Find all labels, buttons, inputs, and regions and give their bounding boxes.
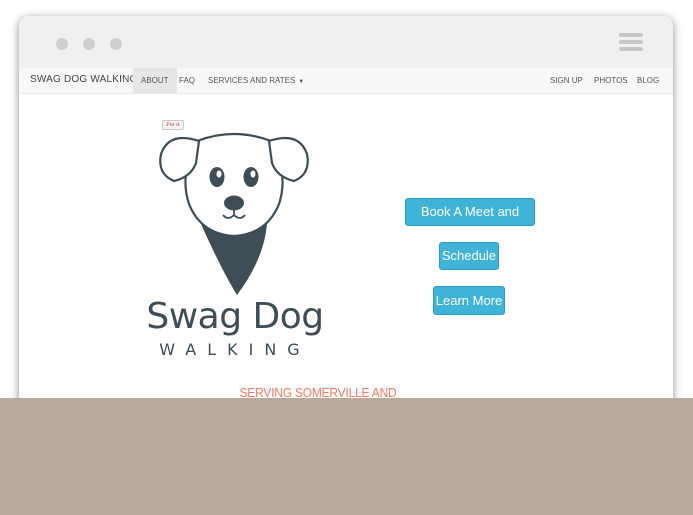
nav-item-photos[interactable]: PHOTOS: [594, 68, 628, 93]
minimize-dot-icon[interactable]: [83, 38, 95, 50]
hamburger-menu-icon[interactable]: [619, 33, 643, 53]
schedule-button[interactable]: Schedule: [439, 242, 499, 270]
browser-window: SWAG DOG WALKING ABOUT FAQ SERVICES AND …: [19, 16, 673, 436]
caret-down-icon: ▼: [298, 79, 305, 85]
nav-photos-label: PHOTOS: [594, 76, 628, 85]
dog-logo-icon: [159, 132, 309, 295]
nav-item-blog[interactable]: BLOG: [637, 68, 659, 93]
logo-subtitle: WALKING: [159, 340, 311, 359]
nav-item-about[interactable]: ABOUT: [133, 68, 177, 93]
close-dot-icon[interactable]: [56, 38, 68, 50]
maximize-dot-icon[interactable]: [110, 38, 122, 50]
book-meet-greet-button[interactable]: Book A Meet and Greet: [405, 198, 535, 245]
nav-signup-label: SIGN UP: [550, 76, 583, 85]
hero-section: Pin it Swag Dog WALKING Book A Meet and …: [19, 94, 673, 436]
site-brand[interactable]: SWAG DOG WALKING: [30, 74, 137, 85]
pin-it-button[interactable]: Pin it: [162, 120, 184, 130]
nav-item-services[interactable]: SERVICES AND RATES ▼: [208, 68, 304, 93]
footer-band: [0, 398, 693, 515]
site-navbar: SWAG DOG WALKING ABOUT FAQ SERVICES AND …: [19, 68, 673, 94]
logo-wordmark: Swag Dog: [146, 296, 324, 337]
nav-about-label: ABOUT: [141, 76, 169, 85]
nav-services-label: SERVICES AND RATES: [208, 76, 296, 85]
window-titlebar: [19, 16, 673, 68]
nav-item-signup[interactable]: SIGN UP: [550, 68, 583, 93]
learn-more-button[interactable]: Learn More: [433, 286, 505, 315]
nav-item-faq[interactable]: FAQ: [179, 68, 195, 93]
nav-blog-label: BLOG: [637, 76, 660, 85]
nav-faq-label: FAQ: [179, 76, 196, 85]
